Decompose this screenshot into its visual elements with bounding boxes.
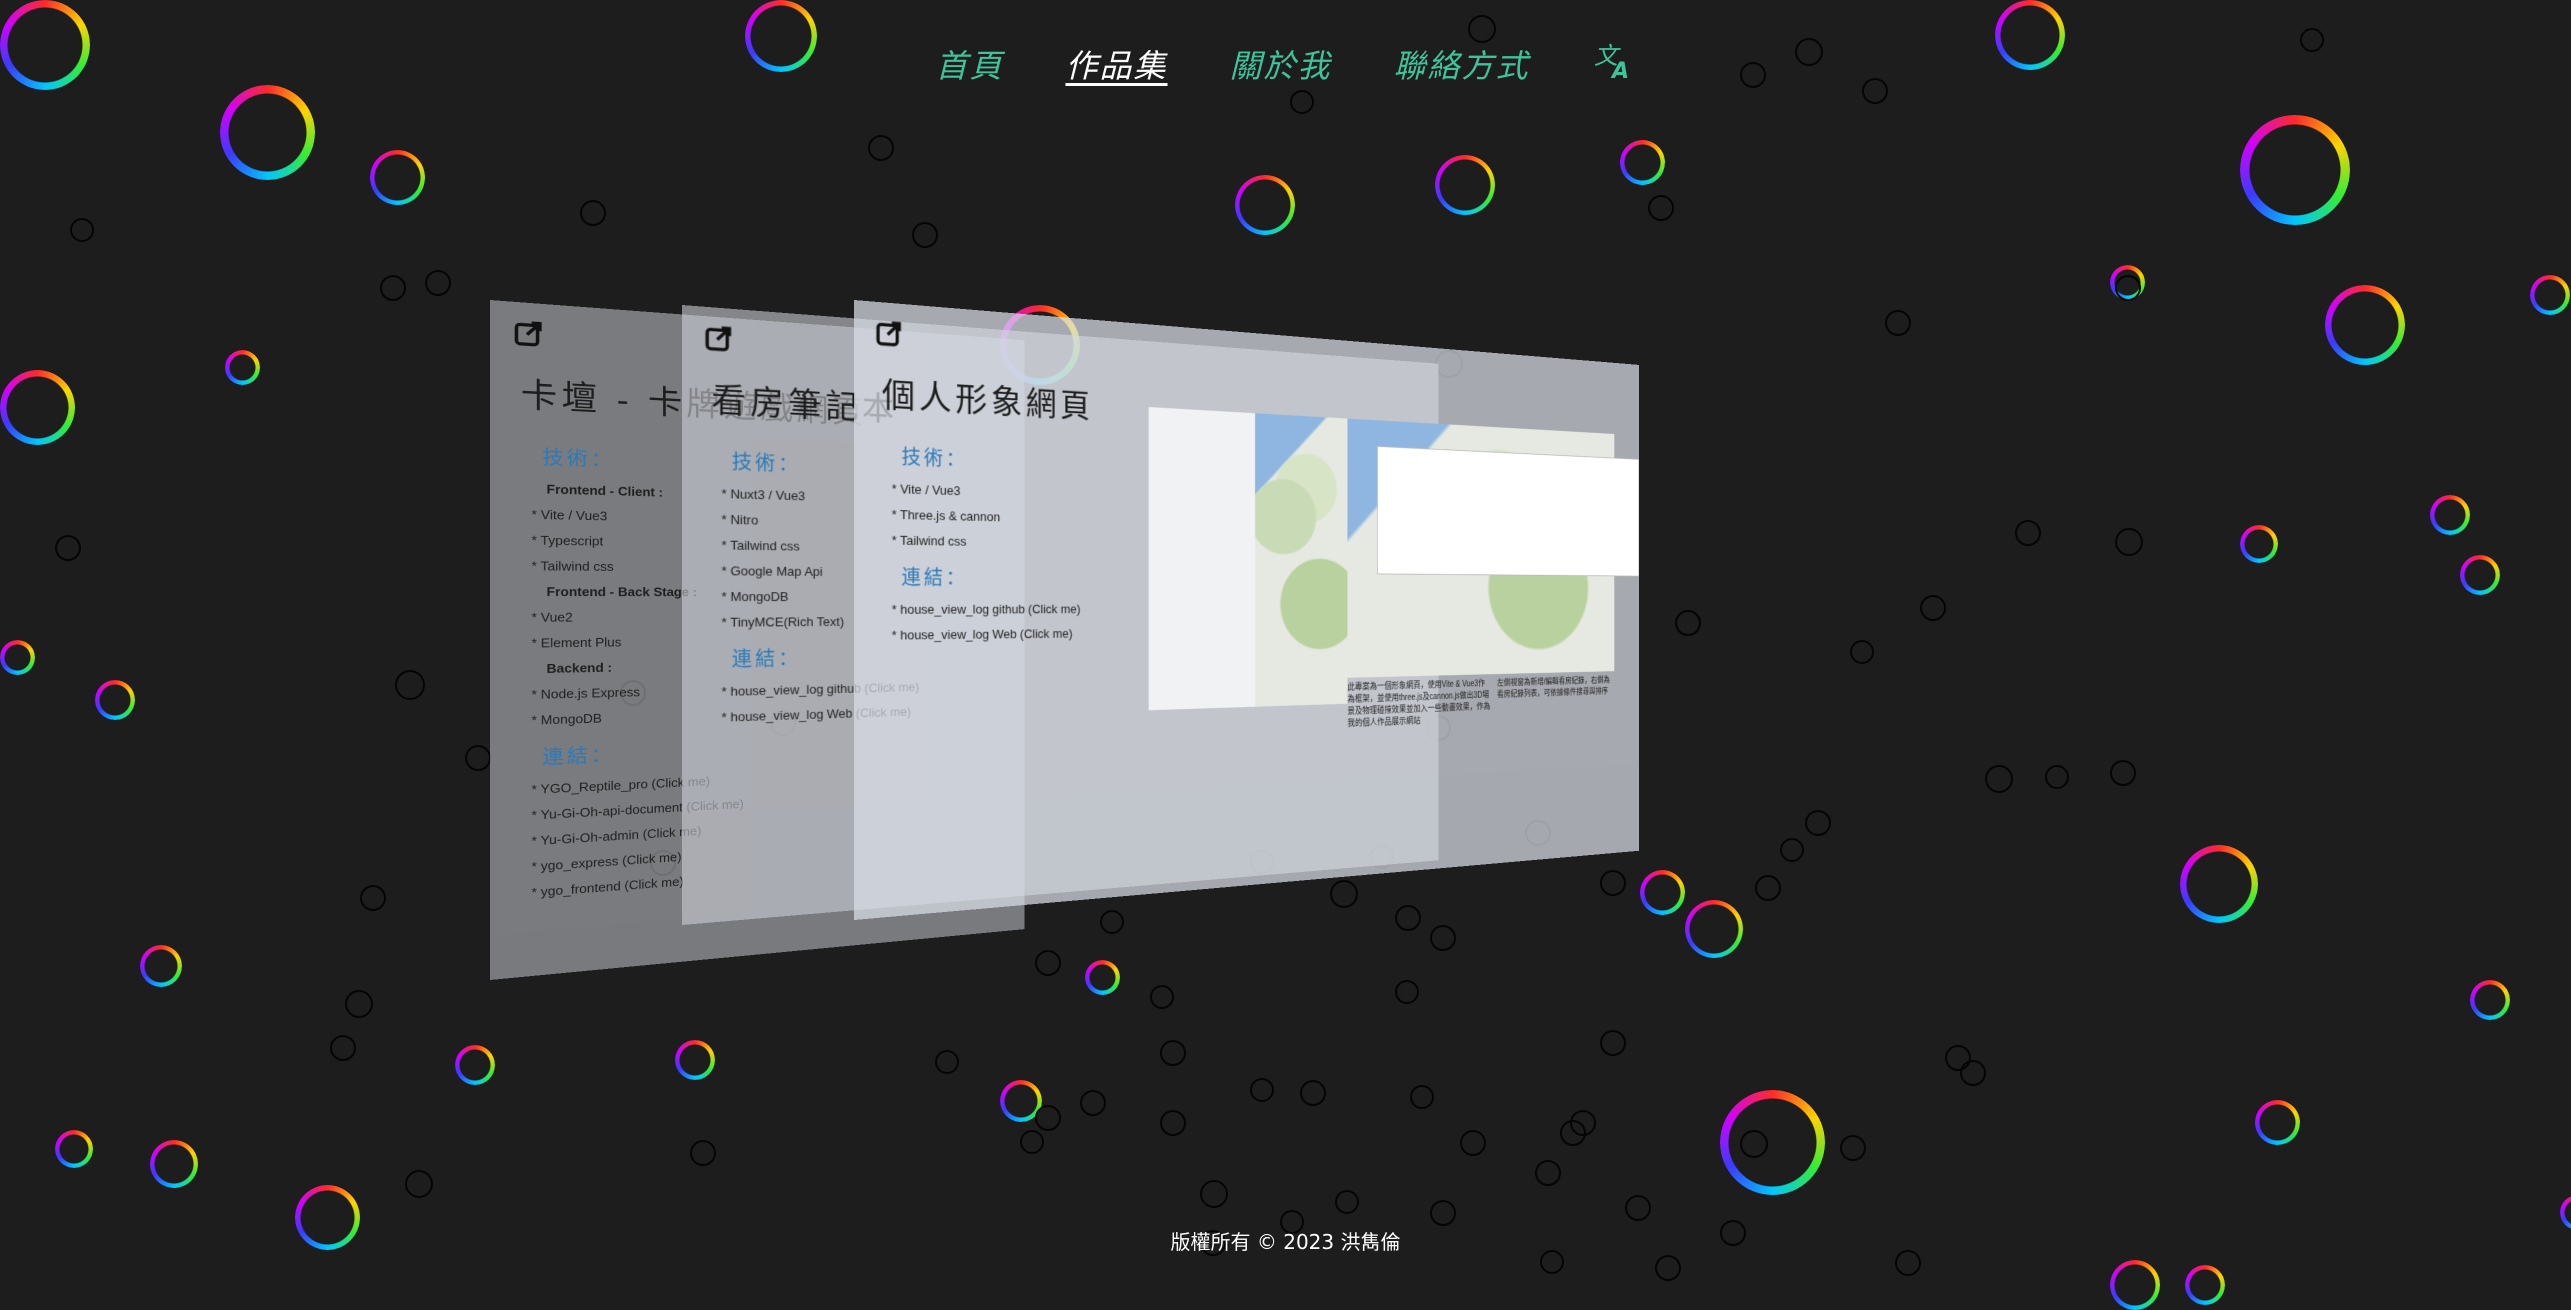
footer-copyright: 版權所有 © 2023 洪雋倫 bbox=[0, 1226, 2571, 1255]
project-card-personal-site[interactable]: 個人形象網頁 技術： * Vite / Vue3 * Three.js & can… bbox=[854, 300, 1639, 920]
caption-right: 左側視窗為新增/編輯看房紀錄，右側為看房紀錄列表，可依據條件搜尋與排序 bbox=[1497, 675, 1614, 701]
screenshot-caption: 左側視窗為新增/編輯看房紀錄，右側為看房紀錄列表，可依據條件搜尋與排序 bbox=[1497, 675, 1614, 701]
screenshot-editor-dialog bbox=[1377, 446, 1639, 577]
portfolio-carousel: 卡壇 - 卡牌遊戲網頁 技術： Frontend - Client :* Vit… bbox=[0, 0, 2571, 1295]
external-link-icon[interactable] bbox=[514, 320, 542, 348]
external-link-icon[interactable] bbox=[705, 325, 732, 353]
caption-left: 此專案為一個形象網頁，使用Vite & Vue3作為框架，並使用three.js… bbox=[1347, 678, 1490, 730]
external-link-icon[interactable] bbox=[876, 320, 902, 348]
screenshot-map-left bbox=[1255, 413, 1347, 707]
screenshot-caption: 此專案為一個形象網頁，使用Vite & Vue3作為框架，並使用three.js… bbox=[1347, 678, 1490, 730]
screenshot-sidebar bbox=[1149, 407, 1255, 710]
